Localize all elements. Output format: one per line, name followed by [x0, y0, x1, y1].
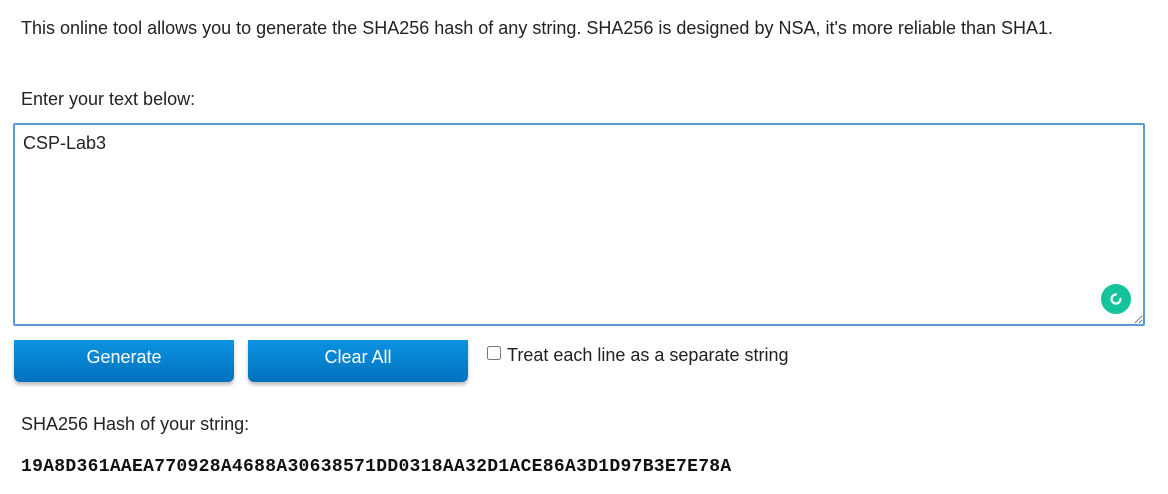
intro-text: This online tool allows you to generate …	[21, 18, 1054, 38]
text-input[interactable]	[13, 123, 1145, 326]
separate-lines-checkbox[interactable]	[487, 345, 501, 360]
input-prompt: Enter your text below:	[21, 89, 196, 109]
clear-all-button[interactable]: Clear All	[248, 340, 468, 382]
separate-lines-label: Treat each line as a separate string	[507, 345, 789, 365]
result-label: SHA256 Hash of your string:	[21, 414, 250, 434]
text-input-container	[13, 123, 1145, 326]
grammarly-icon[interactable]	[1101, 284, 1131, 314]
hash-output: 19A8D361AAEA770928A4688A30638571DD0318AA…	[21, 457, 732, 477]
separate-lines-option[interactable]: Treat each line as a separate string	[487, 345, 789, 366]
generate-button[interactable]: Generate	[14, 340, 234, 382]
